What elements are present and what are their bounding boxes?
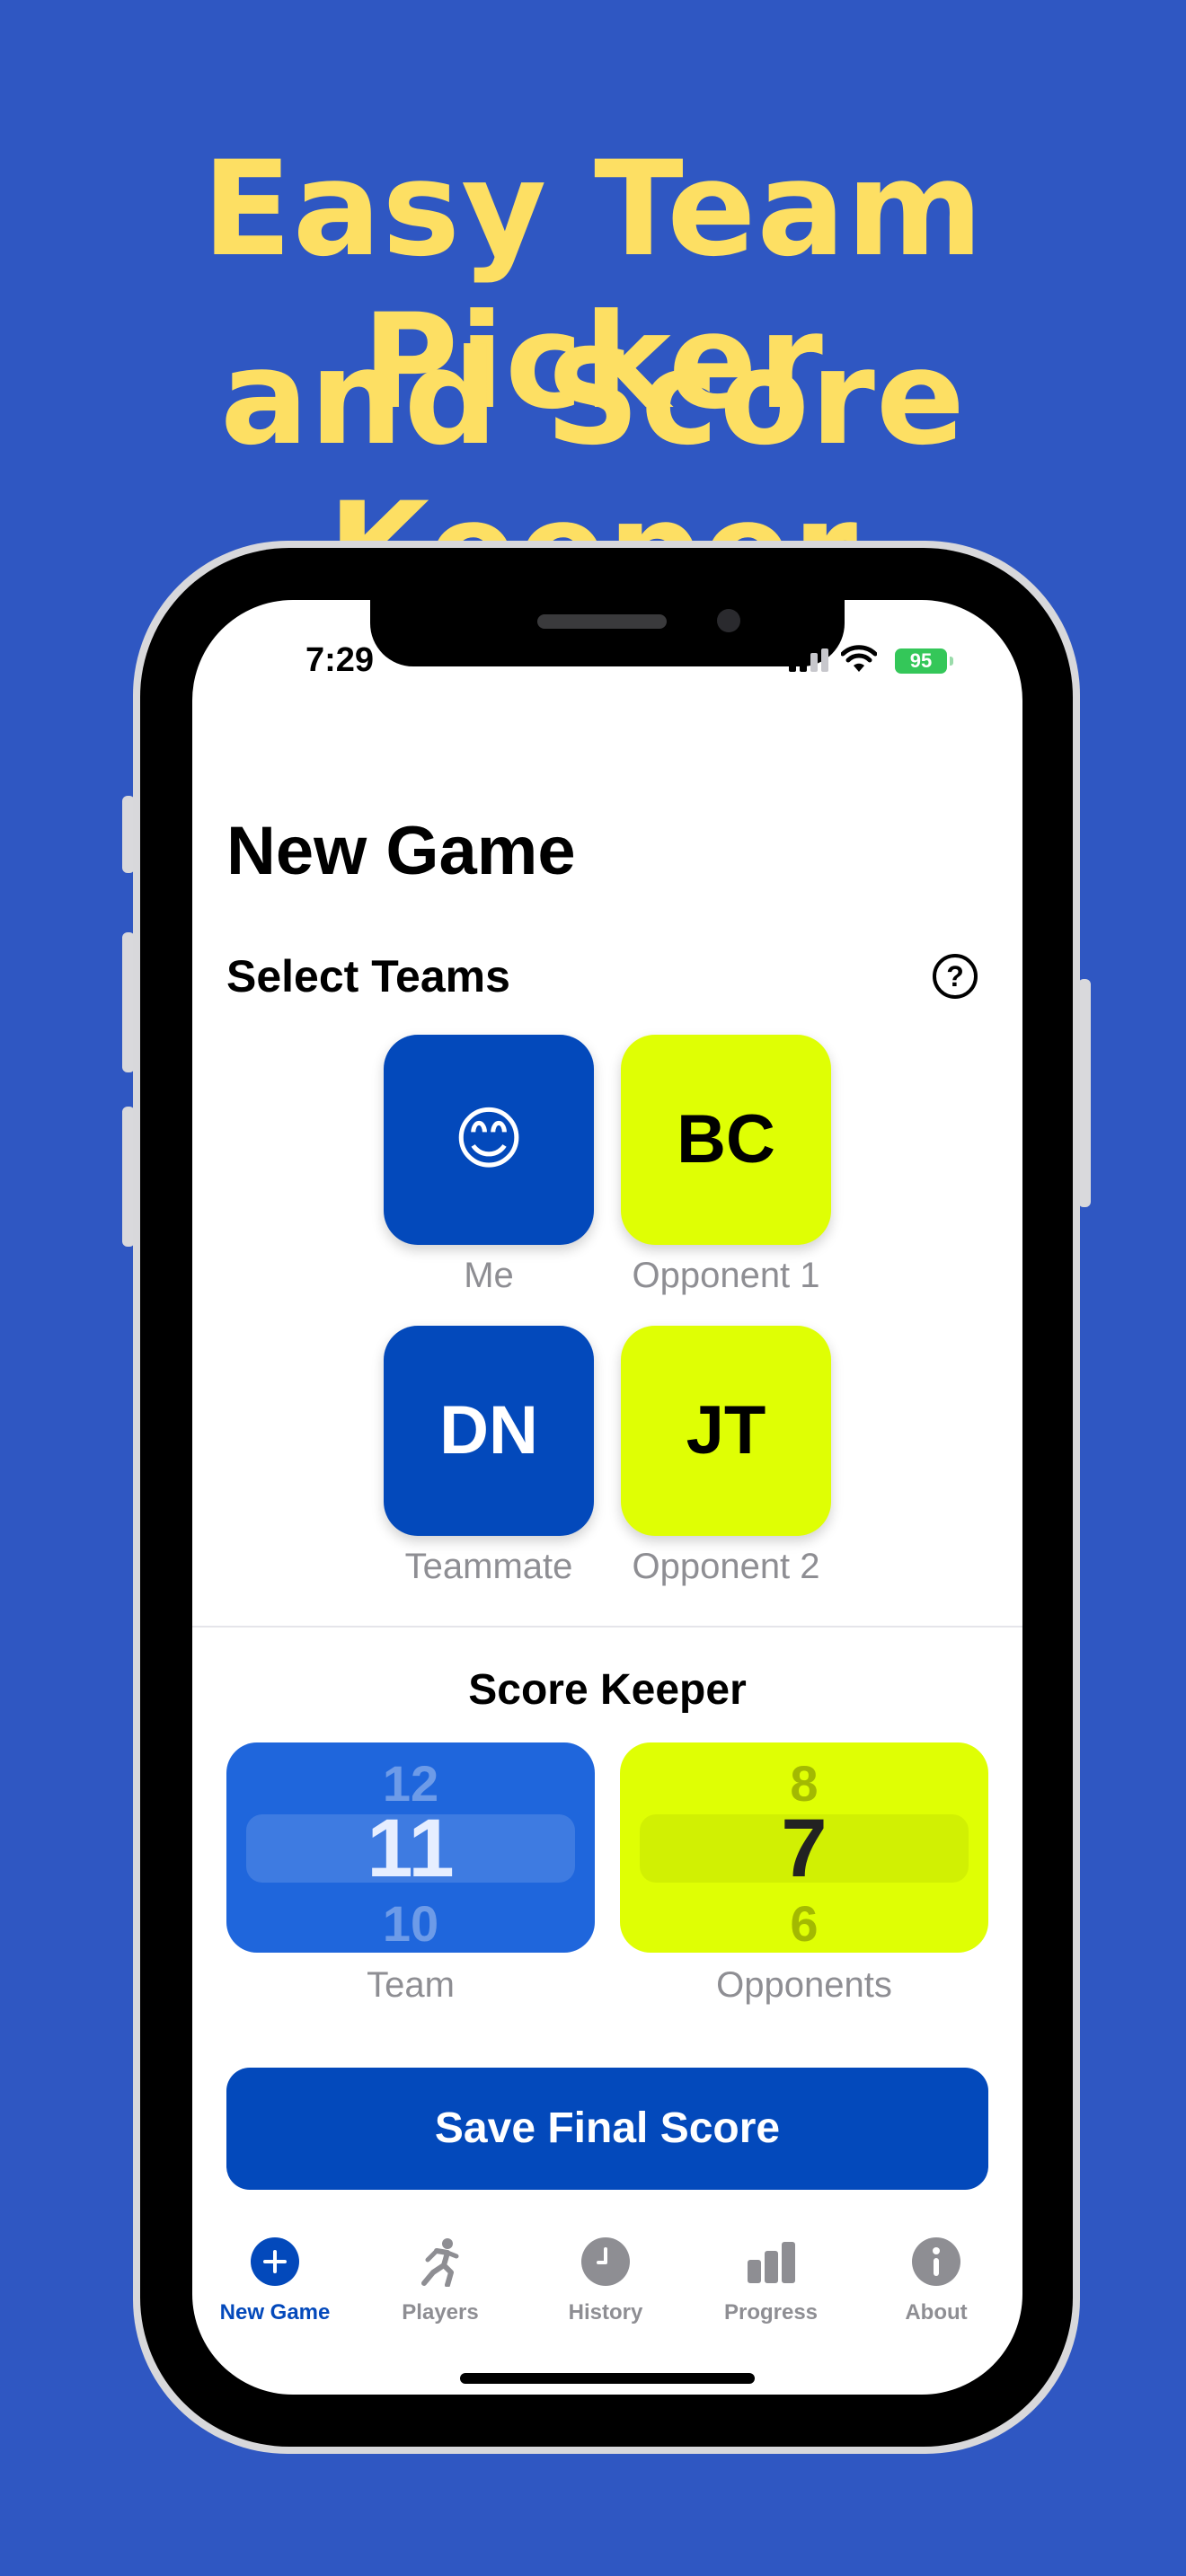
team-tile-teammate[interactable]: DN — [384, 1326, 594, 1536]
clock-icon — [581, 2237, 630, 2286]
phone-power-button — [1078, 979, 1091, 1207]
signal-icon — [789, 648, 828, 672]
speaker-grille — [537, 614, 667, 629]
status-time: 7:29 — [305, 641, 375, 679]
section-divider — [192, 1626, 1022, 1628]
team-label-opponent-2: Opponent 2 — [632, 1547, 820, 1586]
battery-tip — [950, 657, 953, 666]
plus-circle-icon — [251, 2237, 299, 2286]
battery-indicator: 95 — [895, 648, 947, 674]
tab-label-history: History — [568, 2300, 643, 2325]
runner-icon — [421, 2238, 459, 2288]
phone-screen: 7:29 95 New Game Select Teams ? 😊 Me BC … — [192, 600, 1022, 2395]
front-camera — [717, 609, 740, 632]
page-title: New Game — [226, 813, 576, 889]
picker-value-current: 7 — [781, 1803, 828, 1894]
tab-label-progress: Progress — [723, 2300, 819, 2325]
picker-value-current: 11 — [367, 1803, 455, 1894]
home-indicator[interactable] — [460, 2373, 755, 2384]
team-score-picker[interactable]: 12 11 10 — [226, 1742, 595, 1953]
info-icon — [912, 2237, 960, 2286]
save-final-score-button[interactable]: Save Final Score — [226, 2068, 988, 2190]
help-icon[interactable]: ? — [933, 954, 978, 999]
tab-label-about: About — [905, 2300, 968, 2325]
tab-new-game[interactable]: New Game — [192, 2236, 358, 2325]
tab-history[interactable]: History — [523, 2236, 688, 2325]
notch — [370, 600, 845, 666]
bar-chart-icon — [748, 2242, 795, 2283]
tab-progress[interactable]: Progress — [688, 2236, 854, 2325]
opponents-score-picker[interactable]: 8 7 6 — [620, 1742, 988, 1953]
team-score-label: Team — [367, 1965, 455, 2005]
score-keeper-heading: Score Keeper — [468, 1666, 747, 1714]
picker-value-next: 10 — [382, 1895, 439, 1952]
tab-label-new-game: New Game — [219, 2300, 331, 2325]
team-tile-me[interactable]: 😊 — [384, 1035, 594, 1245]
select-teams-heading: Select Teams — [226, 951, 510, 1001]
team-tile-opponent-2[interactable]: JT — [621, 1326, 831, 1536]
tab-label-players: Players — [402, 2300, 479, 2325]
team-label-me: Me — [464, 1256, 514, 1295]
wifi-icon — [841, 645, 877, 672]
tab-about[interactable]: About — [854, 2236, 1019, 2325]
team-label-opponent-1: Opponent 1 — [632, 1256, 820, 1295]
picker-value-next: 6 — [790, 1895, 819, 1952]
team-label-teammate: Teammate — [404, 1547, 573, 1586]
team-tile-opponent-1[interactable]: BC — [621, 1035, 831, 1245]
tab-players[interactable]: Players — [358, 2236, 523, 2325]
opponents-score-label: Opponents — [716, 1965, 892, 2005]
